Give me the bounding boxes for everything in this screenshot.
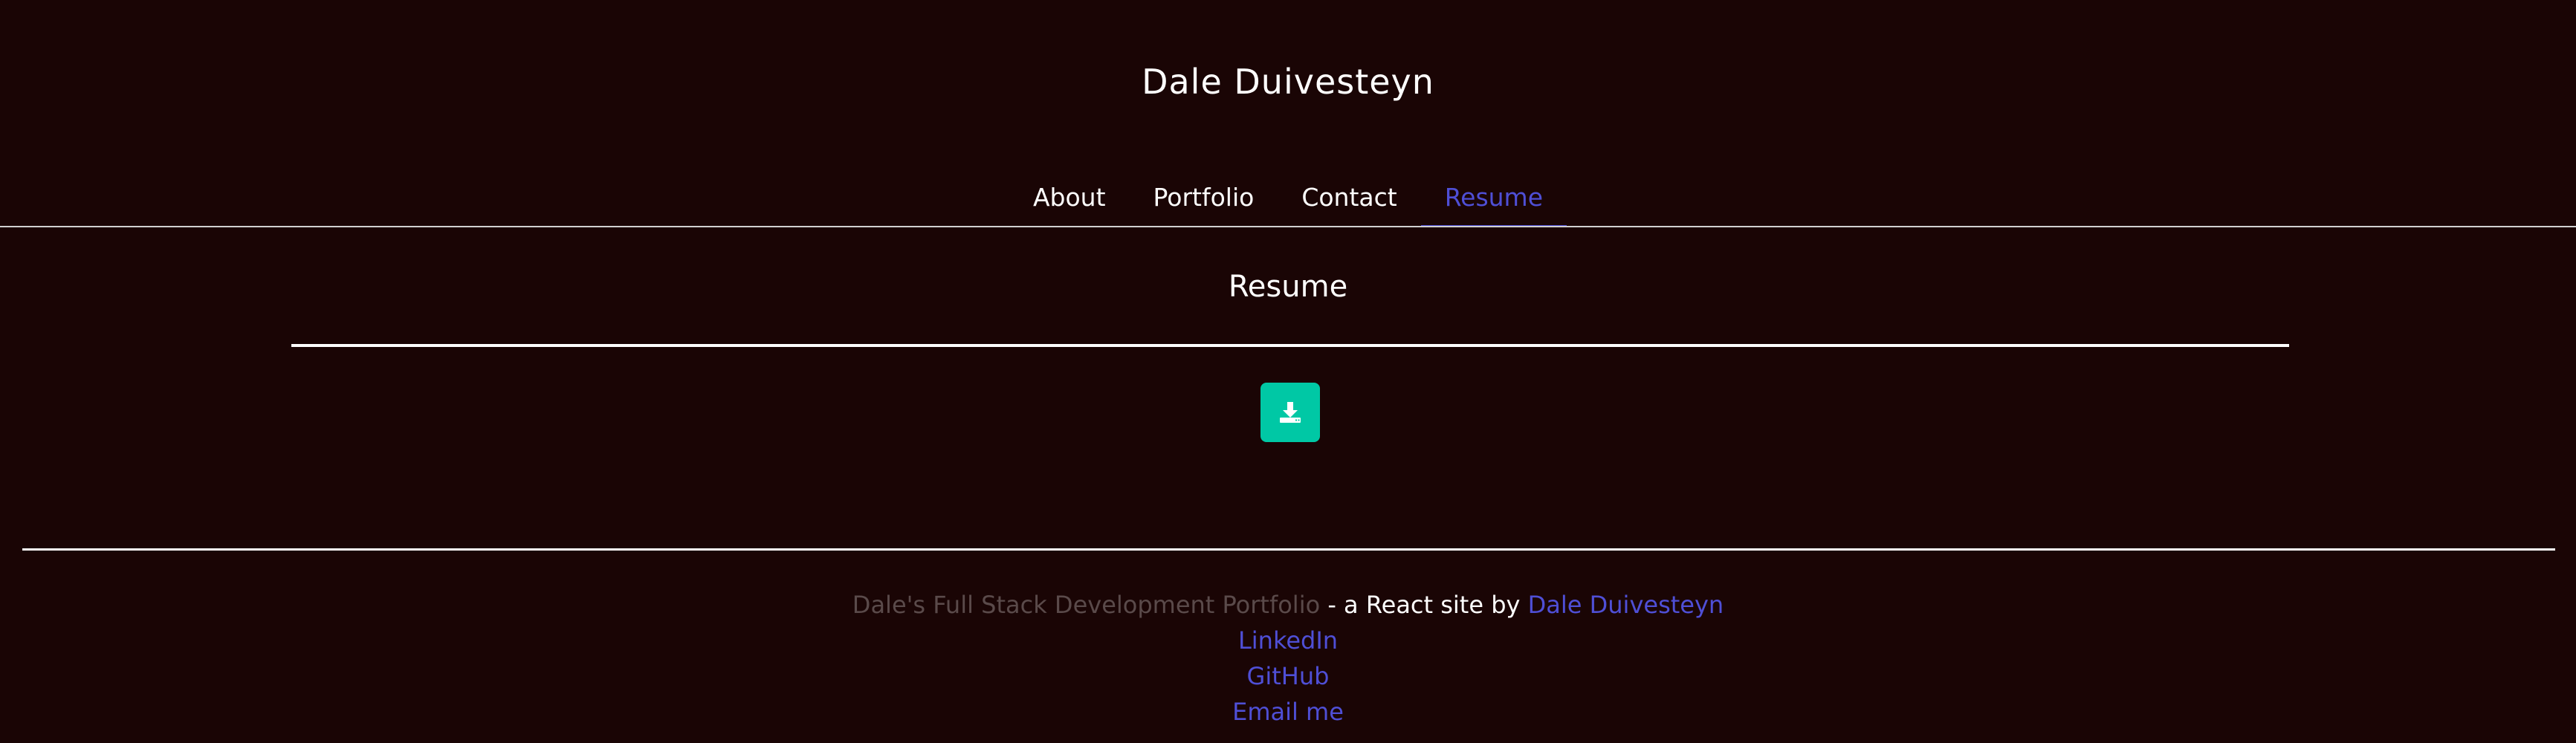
- section-title: Resume: [1228, 270, 1348, 304]
- page: Dale Duivesteyn About Portfolio Contact …: [0, 0, 2576, 743]
- github-link[interactable]: GitHub: [1247, 662, 1330, 690]
- author-link[interactable]: Dale Duivesteyn: [1528, 591, 1724, 619]
- footer-middle-text: - a React site by: [1320, 591, 1528, 619]
- site-title: Dale Duivesteyn: [1142, 62, 1434, 102]
- nav-item-contact[interactable]: Contact: [1278, 174, 1420, 221]
- main-nav: About Portfolio Contact Resume: [0, 174, 2576, 227]
- footer-credit: Dale's Full Stack Development Portfolio …: [0, 587, 2576, 623]
- download-icon: [1280, 402, 1301, 423]
- section-divider: [291, 344, 2289, 347]
- nav-divider: [0, 226, 2576, 227]
- nav-item-resume[interactable]: Resume: [1420, 174, 1567, 227]
- email-link[interactable]: Email me: [1232, 698, 1344, 726]
- download-resume-button[interactable]: [1261, 383, 1320, 442]
- footer: Dale's Full Stack Development Portfolio …: [0, 587, 2576, 730]
- nav-item-about[interactable]: About: [1009, 174, 1130, 221]
- nav-item-portfolio[interactable]: Portfolio: [1130, 174, 1278, 221]
- portfolio-text: Dale's Full Stack Development Portfolio: [852, 591, 1321, 619]
- linkedin-link[interactable]: LinkedIn: [1238, 626, 1338, 655]
- footer-divider: [22, 548, 2555, 551]
